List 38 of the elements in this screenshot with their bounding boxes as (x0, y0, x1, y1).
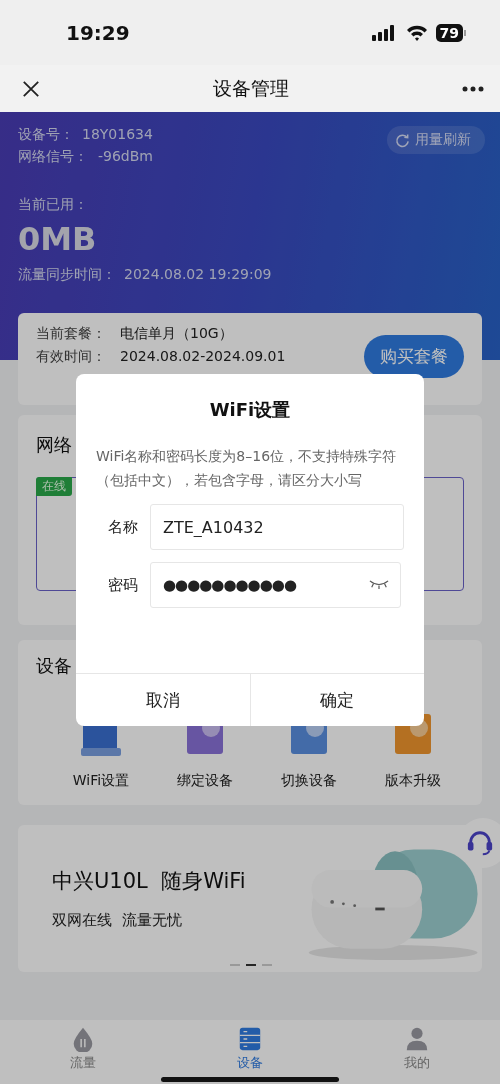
closed-eye-icon (369, 579, 389, 590)
battery-level: 79 (435, 23, 463, 42)
used-label: 当前已用： (18, 196, 89, 214)
promo-banner[interactable]: 中兴U10L 随身WiFi 双网在线 流量无忧 (18, 825, 482, 972)
wifi-icon (405, 24, 428, 41)
dialog-button[interactable]: 确定 (249, 674, 424, 726)
dialog-button[interactable]: 取消 (76, 674, 250, 726)
clock-time: 19:29 (66, 20, 130, 45)
dialog-title: WiFi设置 (209, 398, 291, 422)
sync-time: 2024.08.02 19:29:09 (124, 266, 272, 284)
password-field[interactable]: ●●●●●●●●●●● (150, 562, 401, 608)
show-password-button[interactable] (369, 579, 389, 590)
field-label: 密码 (108, 575, 138, 595)
sync-label: 流量同步时间： (18, 266, 116, 284)
device-id: 18Y01634 (82, 126, 153, 144)
close-icon (22, 79, 40, 98)
plan-name: 电信单月（10G） (120, 325, 233, 343)
banner-subtitle: 双网在线 流量无忧 (52, 911, 183, 930)
dialog-message: WiFi名称和密码长度为8–16位，不支持特殊字符（包括中文），若包含字母，请区分大小写 (96, 447, 398, 490)
card-title: 网络 (36, 433, 72, 457)
refresh-icon (395, 132, 410, 148)
more-icon (462, 85, 484, 92)
server-icon (237, 1026, 263, 1052)
valid-label: 有效时间： (36, 348, 106, 366)
used-amount: 0MB (18, 220, 98, 258)
page-title: 设备管理 (213, 75, 289, 101)
signal-value: -96dBm (98, 148, 153, 166)
banner-title: 中兴U10L 随身WiFi (52, 868, 247, 895)
device-label: 设备号： (18, 126, 74, 144)
headset-icon (466, 829, 494, 857)
buy-plan-button[interactable]: 购买套餐 (364, 335, 464, 378)
name-field[interactable]: ZTE_A10432 (150, 504, 404, 550)
field-label: 名称 (108, 517, 138, 537)
plan-label: 当前套餐： (36, 325, 106, 343)
valid-period: 2024.08.02-2024.09.01 (120, 348, 286, 366)
card-title: 设备 (36, 654, 72, 678)
status-badge: 在线 (36, 477, 72, 496)
signal-label: 网络信号： (18, 148, 88, 166)
